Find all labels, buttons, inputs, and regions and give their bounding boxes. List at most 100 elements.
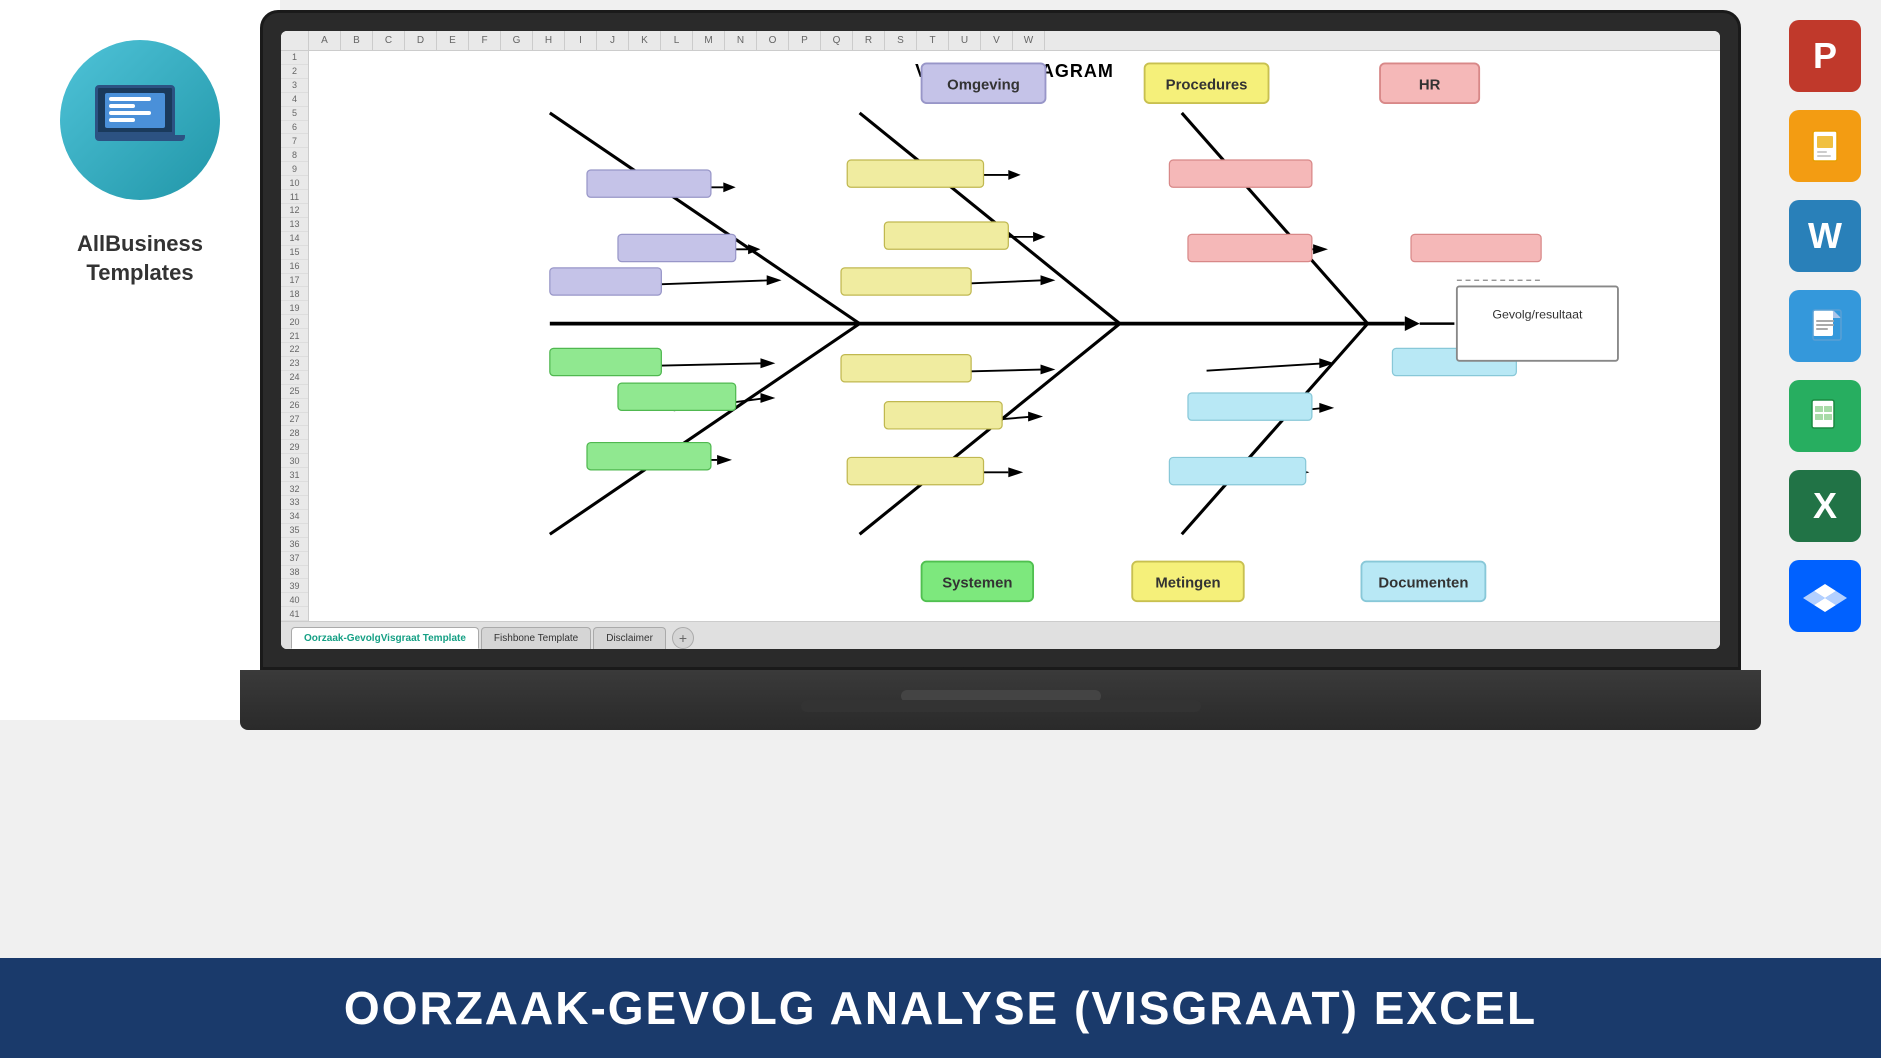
google-slides-icon[interactable] [1789, 110, 1861, 182]
row-22: 22 [281, 343, 308, 357]
row-29: 29 [281, 440, 308, 454]
row-1: 1 [281, 51, 308, 65]
laptop-base [95, 135, 185, 141]
laptop-body: A B C D E F G H I J K L M N O P Q [260, 10, 1741, 670]
row-33: 33 [281, 496, 308, 510]
dropbox-icon[interactable] [1789, 560, 1861, 632]
brand-name: AllBusiness Templates [77, 230, 203, 287]
tab-oorzaak[interactable]: Oorzaak-GevolgVisgraat Template [291, 627, 479, 649]
row-12: 12 [281, 204, 308, 218]
google-docs-icon[interactable] [1789, 290, 1861, 362]
row-15: 15 [281, 246, 308, 260]
tab-add-button[interactable]: + [672, 627, 694, 649]
row-4: 4 [281, 93, 308, 107]
col-W: W [1013, 31, 1045, 50]
row-2: 2 [281, 65, 308, 79]
logo-circle [60, 40, 220, 200]
col-O: O [757, 31, 789, 50]
col-D: D [405, 31, 437, 50]
google-sheets-icon[interactable] [1789, 380, 1861, 452]
row-32: 32 [281, 482, 308, 496]
row-34: 34 [281, 510, 308, 524]
row-35: 35 [281, 524, 308, 538]
row-19: 19 [281, 301, 308, 315]
laptop-feet [801, 700, 1201, 712]
laptop-bottom [240, 670, 1761, 730]
col-L: L [661, 31, 693, 50]
laptop-frame: A B C D E F G H I J K L M N O P Q [240, 10, 1761, 730]
row-25: 25 [281, 385, 308, 399]
col-S: S [885, 31, 917, 50]
col-V: V [981, 31, 1013, 50]
col-H: H [533, 31, 565, 50]
row-21: 21 [281, 329, 308, 343]
row-31: 31 [281, 468, 308, 482]
row-39: 39 [281, 579, 308, 593]
row-38: 38 [281, 566, 308, 580]
powerpoint-icon[interactable]: P [1789, 20, 1861, 92]
row-20: 20 [281, 315, 308, 329]
bottom-banner: OORZAAK-GEVOLG ANALYSE (VISGRAAT) EXCEL [0, 958, 1881, 1058]
row-11: 11 [281, 190, 308, 204]
corner-cell [281, 31, 309, 50]
col-I: I [565, 31, 597, 50]
diagram-area: VISGRAAT DIAGRAM [309, 51, 1720, 621]
tab-disclaimer[interactable]: Disclaimer [593, 627, 666, 649]
svg-text:Systemen: Systemen [942, 576, 1012, 592]
row-16: 16 [281, 260, 308, 274]
col-M: M [693, 31, 725, 50]
excel-content: A B C D E F G H I J K L M N O P Q [281, 31, 1720, 649]
fishbone-svg: Omgeving Procedures HR Systemen Metingen [309, 51, 1720, 621]
row-36: 36 [281, 538, 308, 552]
row-23: 23 [281, 357, 308, 371]
screen-line-4 [109, 118, 135, 122]
row-14: 14 [281, 232, 308, 246]
row-numbers: 1 2 3 4 5 6 7 8 9 10 11 12 13 14 [281, 51, 309, 621]
col-B: B [341, 31, 373, 50]
row-3: 3 [281, 79, 308, 93]
row-37: 37 [281, 552, 308, 566]
left-panel: AllBusiness Templates [0, 0, 280, 720]
row-24: 24 [281, 371, 308, 385]
laptop-logo [95, 85, 185, 155]
svg-text:Metingen: Metingen [1155, 576, 1220, 592]
row-26: 26 [281, 399, 308, 413]
row-10: 10 [281, 176, 308, 190]
banner-text: OORZAAK-GEVOLG ANALYSE (VISGRAAT) EXCEL [344, 981, 1537, 1035]
row-41: 41 [281, 607, 308, 621]
laptop-screen-area: A B C D E F G H I J K L M N O P Q [281, 31, 1720, 649]
col-C: C [373, 31, 405, 50]
col-G: G [501, 31, 533, 50]
svg-text:Procedures: Procedures [1166, 77, 1248, 93]
row-28: 28 [281, 426, 308, 440]
row-6: 6 [281, 121, 308, 135]
col-A: A [309, 31, 341, 50]
excel-main: 1 2 3 4 5 6 7 8 9 10 11 12 13 14 [281, 51, 1720, 621]
col-U: U [949, 31, 981, 50]
word-icon[interactable]: W [1789, 200, 1861, 272]
col-R: R [853, 31, 885, 50]
col-T: T [917, 31, 949, 50]
col-N: N [725, 31, 757, 50]
right-panel: P W [1789, 20, 1861, 632]
svg-text:Documenten: Documenten [1378, 576, 1468, 592]
col-J: J [597, 31, 629, 50]
col-F: F [469, 31, 501, 50]
row-30: 30 [281, 454, 308, 468]
row-7: 7 [281, 134, 308, 148]
row-13: 13 [281, 218, 308, 232]
svg-text:HR: HR [1419, 77, 1441, 93]
tab-fishbone[interactable]: Fishbone Template [481, 627, 591, 649]
row-18: 18 [281, 287, 308, 301]
row-8: 8 [281, 148, 308, 162]
row-17: 17 [281, 274, 308, 288]
laptop-screen [95, 85, 175, 135]
col-P: P [789, 31, 821, 50]
screen-line-1 [109, 97, 151, 101]
svg-text:Gevolg/resultaat: Gevolg/resultaat [1492, 308, 1583, 322]
row-40: 40 [281, 593, 308, 607]
excel-icon[interactable]: X [1789, 470, 1861, 542]
row-9: 9 [281, 162, 308, 176]
screen-line-2 [109, 104, 135, 108]
col-E: E [437, 31, 469, 50]
